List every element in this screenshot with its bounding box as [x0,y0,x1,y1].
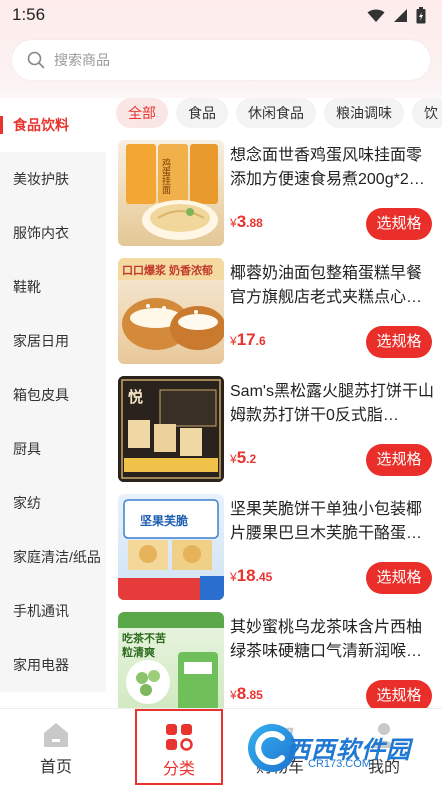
price-decimal: .2 [246,452,257,466]
price-integer: 3 [236,212,247,231]
battery-icon [416,7,426,29]
sidebar-item-appliances[interactable]: 家用电器 [0,638,106,692]
search-icon [26,50,46,70]
product-image[interactable]: 悦 [118,376,224,482]
product-title[interactable]: Sam's黑松露火腿苏打饼干山姆款苏打饼干0反式脂… [230,380,436,428]
sidebar-item-label: 箱包皮具 [13,387,69,403]
product-title[interactable]: 椰蓉奶油面包整箱蛋糕早餐官方旗舰店老式夹糕点心… [230,262,436,310]
sidebar-item-beauty[interactable]: 美妆护肤 [0,152,106,206]
price-currency: ¥ [230,452,237,466]
product-price: ¥17.6 [230,330,266,350]
product-title[interactable]: 想念面世香鸡蛋风味挂面零添加方便速食易煮200g*2… [230,144,436,192]
sidebar-item-label: 家纺 [13,495,41,511]
home-icon [42,721,70,749]
sidebar-item-bags[interactable]: 箱包皮具 [0,368,106,422]
sidebar-item-label: 食品饮料 [13,117,69,133]
product-card[interactable]: 鸡蛋挂面 想念面世香鸡蛋风味挂面零添加方便速食易煮200g*2… ¥3.88 选… [118,140,442,248]
product-image[interactable]: 口口爆浆 奶香浓郁 [118,258,224,364]
chip-food[interactable]: 食品 [176,98,228,128]
chip-drinks[interactable]: 饮 [412,98,442,128]
price-currency: ¥ [230,216,237,230]
sidebar-item-home[interactable]: 家居日用 [0,314,106,368]
watermark-subtext: CR173.COM [308,758,371,770]
select-spec-button[interactable]: 选规格 [366,326,432,358]
sidebar-item-kitchen[interactable]: 厨具 [0,422,106,476]
product-image[interactable]: 吃茶不苦 粒清爽 [118,612,224,708]
search-input[interactable] [54,52,354,68]
sidebar-item-cleaning[interactable]: 家庭清洁/纸品 [0,530,106,584]
price-integer: 5 [236,448,247,467]
sidebar-item-label: 家庭清洁/纸品 [13,549,101,565]
product-card[interactable]: 悦 Sam's黑松露火腿苏打饼干山姆款苏打饼干0反式脂… ¥5.2 选规格 [118,376,442,484]
product-price: ¥18.45 [230,566,272,586]
sidebar-item-label: 服饰内衣 [13,225,69,241]
price-decimal: .85 [246,688,263,702]
sidebar-item-label: 鞋靴 [13,279,41,295]
wifi-icon [367,9,385,28]
sidebar-item-shoes[interactable]: 鞋靴 [0,260,106,314]
price-currency: ¥ [230,688,237,702]
select-spec-button[interactable]: 选规格 [366,444,432,476]
sidebar-item-textiles[interactable]: 家纺 [0,476,106,530]
product-price: ¥5.2 [230,448,256,468]
chip-all[interactable]: 全部 [116,98,168,128]
sidebar-item-phones[interactable]: 手机通讯 [0,584,106,638]
select-spec-button[interactable]: 选规格 [366,562,432,594]
price-decimal: .45 [255,570,273,584]
signal-icon [393,8,408,28]
select-spec-button[interactable]: 选规格 [366,208,432,240]
product-image-text: 口口爆浆 奶香浓郁 [122,265,214,277]
sidebar-item-label: 厨具 [13,441,41,457]
price-decimal: .6 [255,334,266,348]
product-card[interactable]: 吃茶不苦 粒清爽 其妙蜜桃乌龙茶味含片西柚绿茶味硬糖口气清新润喉… ¥8.85 … [118,612,442,708]
sidebar-item-label: 家用电器 [13,657,69,673]
tab-category[interactable]: 分类 [135,709,223,785]
sidebar-item-food-drinks[interactable]: 食品饮料 [0,98,106,152]
product-title[interactable]: 其妙蜜桃乌龙茶味含片西柚绿茶味硬糖口气清新润喉… [230,616,436,664]
sidebar-item-label: 美妆护肤 [13,171,69,187]
price-integer: 8 [236,684,247,703]
status-bar: 1:56 [0,0,442,32]
sidebar-item-label: 手机通讯 [13,603,69,619]
product-image-text: 吃茶不苦 粒清爽 [122,633,166,659]
select-spec-button[interactable]: 选规格 [366,680,432,708]
subcategory-chips: 全部 食品 休闲食品 粮油调味 饮 [116,98,442,132]
product-panel: 全部 食品 休闲食品 粮油调味 饮 鸡蛋挂面 想念面世香鸡蛋风味挂面零添加方便速… [106,98,442,708]
watermark: 西西软件园 CR173.COM [248,720,428,776]
tab-label: 分类 [162,761,195,778]
product-image-text: 坚果芙脆 [140,514,189,528]
tab-home[interactable]: 首页 [12,709,100,785]
status-icons [367,7,426,29]
chip-snacks[interactable]: 休闲食品 [236,98,316,128]
product-card[interactable]: 坚果芙脆 坚果芙脆饼干单独小包装椰片腰果巴旦木芙脆干酪蛋… ¥18.45 选规格 [118,494,442,602]
tab-label: 首页 [39,759,72,776]
product-image[interactable]: 鸡蛋挂面 [118,140,224,246]
chip-grain-oil[interactable]: 粮油调味 [324,98,404,128]
product-price: ¥8.85 [230,684,263,704]
price-currency: ¥ [230,334,237,348]
sidebar-item-apparel[interactable]: 服饰内衣 [0,206,106,260]
product-title[interactable]: 坚果芙脆饼干单独小包装椰片腰果巴旦木芙脆干酪蛋… [230,498,436,546]
product-card[interactable]: 口口爆浆 奶香浓郁 椰蓉奶油面包整箱蛋糕早餐官方旗舰店老式夹糕点心… ¥17.6… [118,258,442,366]
price-integer: 18 [236,566,256,585]
price-integer: 17 [236,330,256,349]
product-image[interactable]: 坚果芙脆 [118,494,224,600]
product-image-text: 鸡蛋挂面 [161,158,171,194]
product-image-text: 悦 [128,389,144,406]
category-icon [165,723,193,751]
sidebar-item-label: 家居日用 [13,333,69,349]
product-price: ¥3.88 [230,212,263,232]
price-decimal: .88 [246,216,263,230]
search-bar[interactable] [12,40,430,80]
category-sidebar: 食品饮料 美妆护肤 服饰内衣 鞋靴 家居日用 箱包皮具 厨具 家纺 家庭清洁/纸… [0,98,106,708]
price-currency: ¥ [230,570,237,584]
status-time: 1:56 [12,5,46,24]
